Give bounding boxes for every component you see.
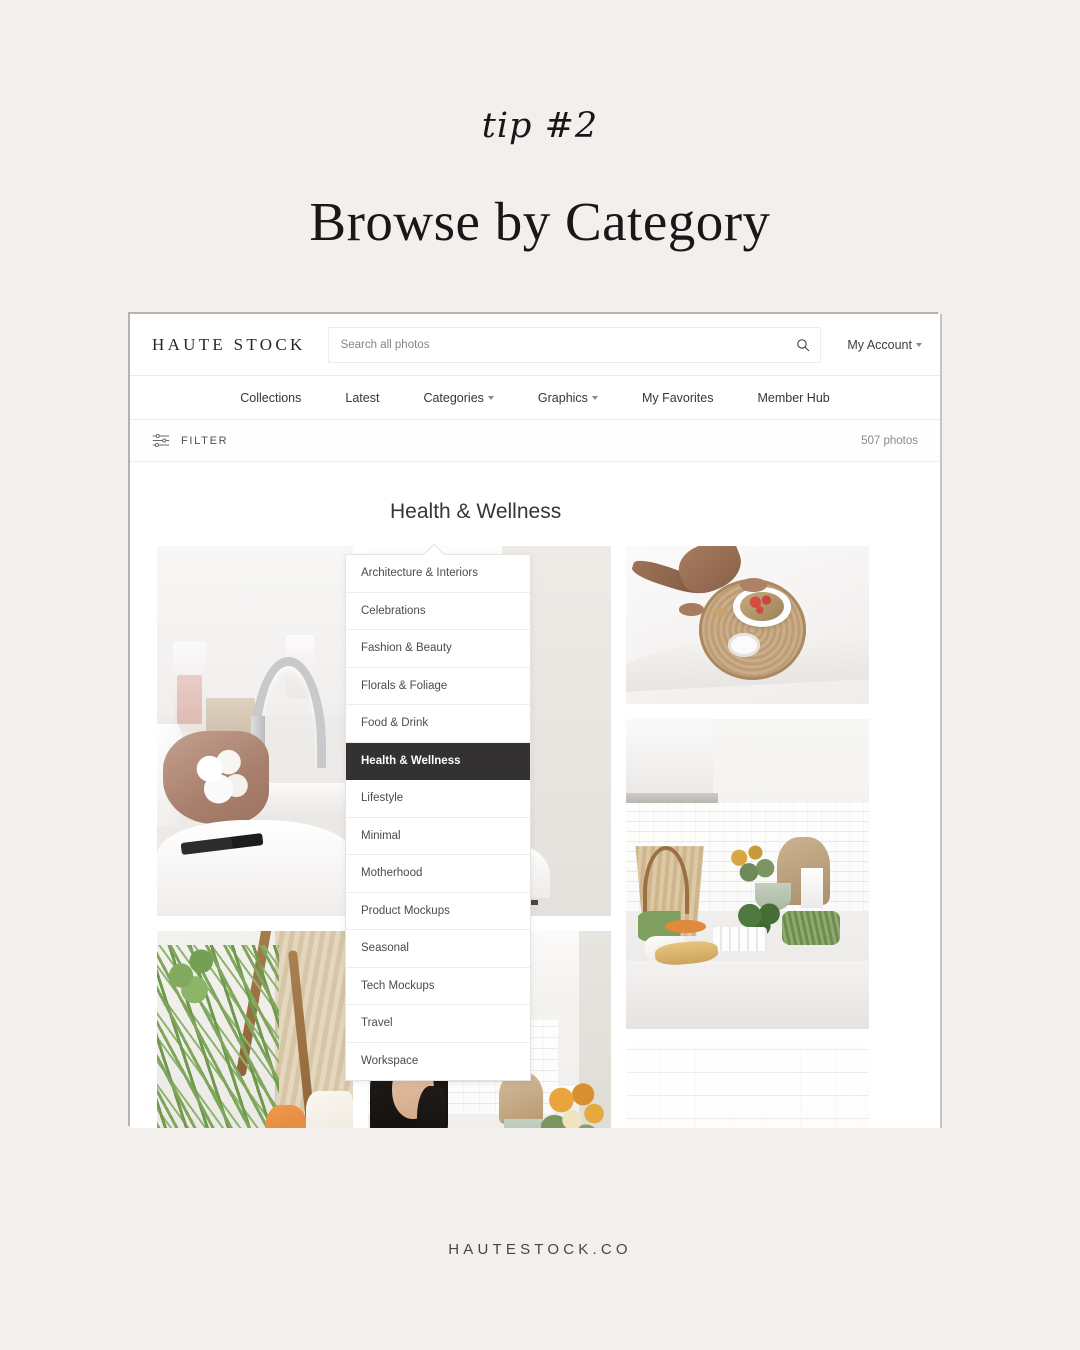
photo-column-left [157,546,353,1128]
filter-label: FILTER [181,434,229,447]
dropdown-item-label: Product Mockups [361,904,450,917]
dropdown-item[interactable]: Fashion & Beauty [346,630,530,668]
nav-item-graphics[interactable]: Graphics [538,391,598,405]
filter-sliders-icon [152,433,170,448]
dropdown-item[interactable]: Florals & Foliage [346,667,530,705]
nav-label: Categories [423,390,484,405]
site-header: HAUTE STOCK My Account [130,314,940,376]
nav-item-collections[interactable]: Collections [240,391,301,405]
categories-dropdown-menu: Architecture & Interiors Celebrations Fash… [345,554,531,1081]
photo-tile[interactable] [626,546,869,704]
nav-label: Member Hub [757,390,830,405]
site-nav: Collections Latest Categories Graphics M… [130,376,940,420]
tip-label: tip #2 [481,106,599,146]
page-title: Browse by Category [309,191,771,252]
nav-label: Graphics [537,390,588,405]
dropdown-item-label: Minimal [361,829,401,842]
photo-image-carrots [157,931,353,1128]
dropdown-item-label: Tech Mockups [361,979,435,992]
dropdown-item[interactable]: Food & Drink [346,705,530,743]
my-account-menu[interactable]: My Account [821,338,922,352]
photo-tile[interactable] [626,1044,869,1128]
dropdown-item-label: Lifestyle [361,792,404,805]
filter-bar: FILTER 507 photos [130,420,940,462]
nav-label: Latest [345,390,380,405]
my-account-label: My Account [847,337,912,352]
dropdown-item[interactable]: Tech Mockups [346,967,530,1005]
photo-image-breakfast-tray [626,546,869,704]
nav-item-categories[interactable]: Categories [423,390,494,405]
chevron-down-icon [487,395,494,400]
search-icon[interactable] [796,338,810,352]
dropdown-item-label: Seasonal [361,942,409,955]
photo-image-light-tiles [626,1044,869,1128]
search-input[interactable] [327,326,822,363]
photo-image-handwashing [157,546,353,916]
nav-item-my-favorites[interactable]: My Favorites [642,391,714,405]
dropdown-item[interactable]: Architecture & Interiors [346,555,530,593]
page-content: Health & Wellness Architecture & Interio… [130,462,940,1128]
dropdown-item[interactable]: Motherhood [346,855,530,893]
dropdown-item-label: Health & Wellness [361,754,461,767]
dropdown-item[interactable]: Lifestyle [346,780,530,818]
dropdown-item-label: Workspace [361,1055,419,1068]
dropdown-item[interactable]: Product Mockups [346,892,530,930]
dropdown-item-label: Food & Drink [361,717,429,730]
nav-item-member-hub[interactable]: Member Hub [757,391,829,405]
nav-label: My Favorites [641,390,714,405]
photo-count: 507 photos [861,434,918,447]
dropdown-item-label: Motherhood [361,867,423,880]
dropdown-item[interactable]: Seasonal [346,930,530,968]
filter-button[interactable]: FILTER [152,433,228,448]
browser-window: HAUTE STOCK My Account Collections Lates… [130,314,940,1128]
dropdown-item-label: Travel [361,1017,393,1030]
photo-column-right [626,546,869,1128]
dropdown-item[interactable]: Health & Wellness [346,742,530,780]
nav-label: Collections [240,390,302,405]
dropdown-item-label: Fashion & Beauty [361,642,452,655]
photo-tile[interactable] [626,719,869,1029]
site-logo[interactable]: HAUTE STOCK [152,335,320,355]
chevron-down-icon [916,342,922,347]
dropdown-item[interactable]: Workspace [346,1042,530,1080]
nav-item-latest[interactable]: Latest [345,391,379,405]
footer-url: HAUTESTOCK.CO [448,1241,632,1258]
dropdown-item[interactable]: Travel [346,1005,530,1043]
dropdown-item-label: Architecture & Interiors [361,567,478,580]
chevron-down-icon [591,395,598,400]
dropdown-item-label: Celebrations [361,604,426,617]
dropdown-item-label: Florals & Foliage [361,679,448,692]
category-heading: Health & Wellness [390,500,562,523]
dropdown-item[interactable]: Celebrations [346,592,530,630]
search-box[interactable] [327,326,822,363]
photo-grid [130,524,940,1128]
dropdown-item[interactable]: Minimal [346,817,530,855]
photo-image-kitchen-groceries [626,719,869,1029]
photo-tile[interactable] [157,546,353,916]
photo-tile[interactable] [157,931,353,1128]
